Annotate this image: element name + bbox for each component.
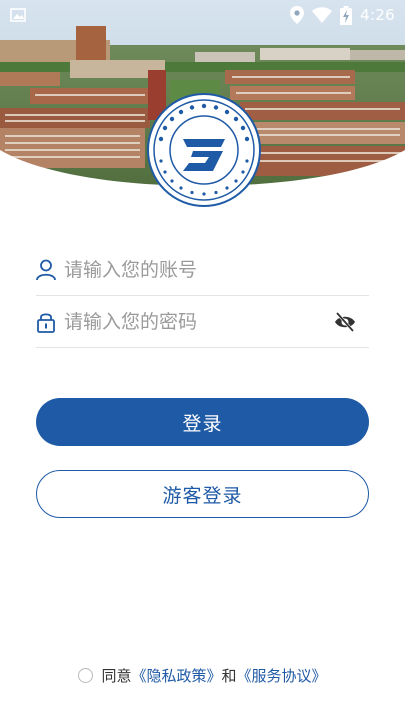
- agreement-row: 同意 《隐私政策》 和 《服务协议》: [0, 662, 405, 688]
- status-time: 4:26: [360, 6, 395, 24]
- agree-and: 和: [221, 666, 237, 685]
- status-bar: 4:26: [0, 0, 405, 30]
- account-input[interactable]: [64, 259, 369, 281]
- password-input[interactable]: [64, 311, 331, 333]
- college-logo: [147, 93, 261, 207]
- image-notification-icon: [10, 8, 26, 22]
- service-agreement-link[interactable]: 《服务协议》: [237, 665, 327, 686]
- status-icons: 4:26: [290, 5, 395, 25]
- privacy-policy-link[interactable]: 《隐私政策》: [131, 665, 221, 686]
- wifi-icon: [312, 7, 333, 23]
- agree-radio[interactable]: [78, 667, 94, 683]
- user-icon: [36, 258, 56, 282]
- password-field[interactable]: [36, 297, 369, 348]
- agree-prefix: 同意: [101, 666, 132, 685]
- eye-off-icon[interactable]: [331, 308, 359, 336]
- login-button[interactable]: 登录: [36, 398, 369, 446]
- account-field[interactable]: [36, 245, 369, 296]
- battery-charging-icon: [340, 5, 353, 25]
- lock-icon: [36, 310, 56, 334]
- location-icon: [290, 6, 305, 24]
- guest-login-button[interactable]: 游客登录: [36, 470, 369, 518]
